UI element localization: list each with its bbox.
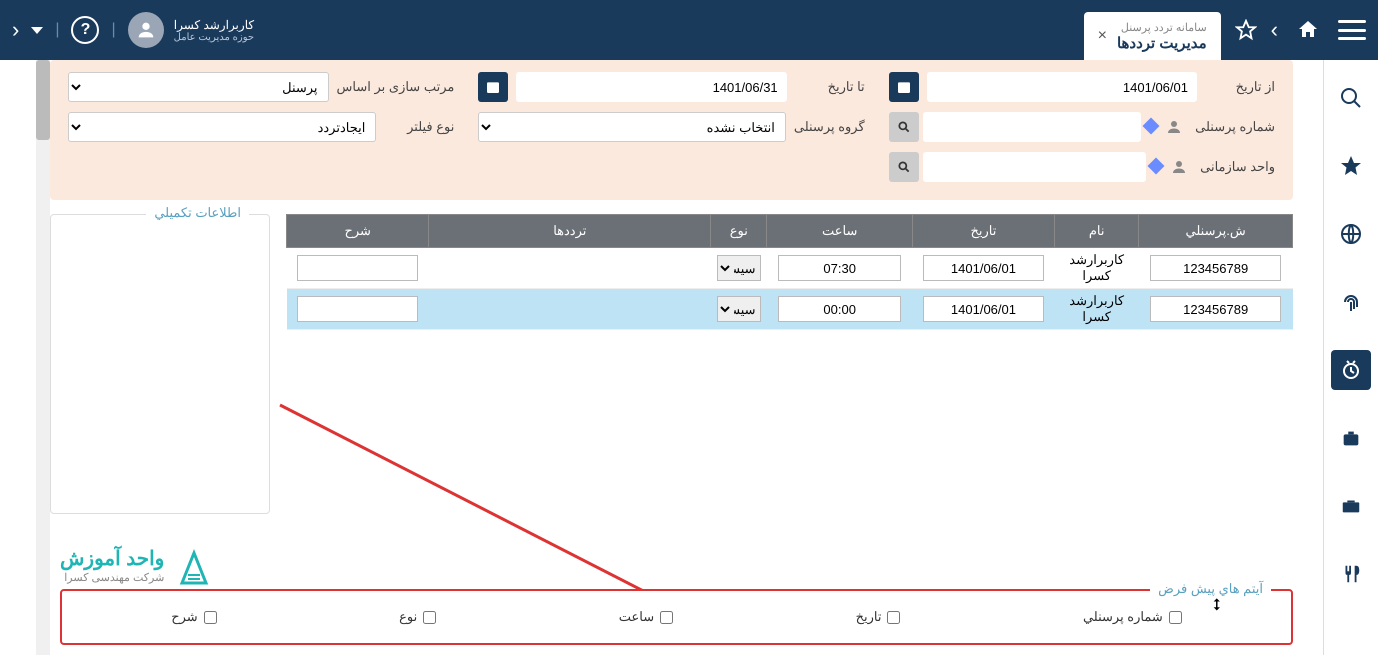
sort-select[interactable]: پرسنل — [68, 72, 329, 102]
side-rail — [1323, 60, 1378, 655]
cell-name: کاربرارشد کسرا — [1055, 248, 1139, 289]
cell-desc[interactable] — [297, 255, 418, 281]
home-icon[interactable] — [1292, 14, 1324, 46]
nav-next-icon[interactable]: › — [1271, 17, 1278, 43]
chk-desc-label: شرح — [171, 609, 197, 625]
cell-name: کاربرارشد کسرا — [1055, 289, 1139, 330]
person-icon — [1166, 152, 1192, 182]
col-time: ساعت — [767, 215, 912, 248]
to-date-input[interactable] — [516, 72, 786, 102]
cell-date[interactable] — [923, 296, 1044, 322]
chk-personnel-id-label: شماره پرسنلي — [1083, 609, 1163, 625]
cell-pid[interactable] — [1150, 255, 1281, 281]
group-select[interactable]: انتخاب نشده — [478, 112, 786, 142]
table-row[interactable]: کاربرارشد کسرا سيستم — [287, 289, 1293, 330]
attendance-table: ش.پرسنلي نام تاريخ ساعت نوع ترددها شرح ک… — [286, 214, 1293, 330]
filter-type-select[interactable]: ایجادتردد — [68, 112, 376, 142]
sort-label: مرتب سازی بر اساس — [337, 79, 455, 95]
chk-date-label: تاريخ — [856, 609, 882, 625]
cursor-icon: ⭥ — [1212, 597, 1221, 615]
filter-panel: از تاریخ تا تاریخ مرتب سازی بر اساس پرسن… — [50, 60, 1293, 200]
logo-subtitle: شرکت مهندسی کسرا — [60, 571, 164, 584]
user-menu-caret-icon[interactable] — [31, 27, 43, 34]
from-date-label: از تاریخ — [1205, 79, 1275, 95]
rail-suitcase-icon[interactable] — [1331, 418, 1371, 458]
org-unit-input[interactable] — [923, 152, 1146, 182]
diamond-icon — [1150, 160, 1162, 175]
cell-type[interactable]: سيستم — [717, 296, 761, 322]
user-block: کاربرارشد کسرا حوزه مدیریت عامل — [128, 12, 254, 48]
cell-time[interactable] — [778, 255, 902, 281]
tab-subtitle: سامانه تردد پرسنل — [1117, 21, 1207, 34]
personnel-id-label: شماره پرسنلی — [1195, 119, 1275, 135]
rail-globe-icon[interactable] — [1331, 214, 1371, 254]
cell-pid[interactable] — [1150, 296, 1281, 322]
menu-icon[interactable] — [1338, 20, 1366, 40]
main-content: از تاریخ تا تاریخ مرتب سازی بر اساس پرسن… — [0, 60, 1323, 655]
col-records: ترددها — [429, 215, 711, 248]
to-date-calendar-icon[interactable] — [478, 72, 508, 102]
from-date-input[interactable] — [927, 72, 1197, 102]
filter-type-label: نوع فیلتر — [384, 119, 454, 135]
personnel-id-search-icon[interactable] — [889, 112, 919, 142]
org-unit-label: واحد سازمانی — [1200, 159, 1275, 175]
vertical-scrollbar[interactable] — [36, 60, 50, 655]
logo-title: واحد آموزش — [60, 546, 164, 571]
to-date-label: تا تاریخ — [795, 79, 865, 95]
active-tab: سامانه تردد پرسنل مدیریت ترددها × — [1084, 12, 1221, 60]
rail-food-icon[interactable] — [1331, 554, 1371, 594]
person-icon — [1161, 112, 1187, 142]
cell-records — [429, 289, 711, 330]
help-button[interactable]: ? — [71, 16, 99, 44]
topbar: › سامانه تردد پرسنل مدیریت ترددها × کارب… — [0, 0, 1378, 60]
col-date: تاريخ — [912, 215, 1054, 248]
table-row[interactable]: کاربرارشد کسرا سيستم — [287, 248, 1293, 289]
cell-records — [429, 248, 711, 289]
rail-clock-icon[interactable] — [1331, 350, 1371, 390]
default-items-panel: آيتم هاي پيش فرض ⭥ شماره پرسنلي تاريخ سا… — [60, 589, 1293, 645]
chk-type-label: نوع — [399, 609, 417, 625]
personnel-id-input[interactable] — [923, 112, 1142, 142]
rail-favorite-icon[interactable] — [1331, 146, 1371, 186]
tab-title: مدیریت ترددها — [1117, 34, 1207, 52]
cell-type[interactable]: سيستم — [717, 255, 761, 281]
col-name: نام — [1055, 215, 1139, 248]
rail-briefcase-icon[interactable] — [1331, 486, 1371, 526]
col-type: نوع — [711, 215, 767, 248]
nav-prev-icon[interactable]: ‹ — [12, 17, 19, 43]
cell-time[interactable] — [778, 296, 902, 322]
chk-time[interactable] — [660, 611, 673, 624]
col-personnel-id: ش.پرسنلي — [1139, 215, 1293, 248]
default-items-title: آيتم هاي پيش فرض — [1150, 581, 1271, 597]
chk-desc[interactable] — [204, 611, 217, 624]
chk-type[interactable] — [423, 611, 436, 624]
pencil-logo-icon — [174, 545, 214, 585]
group-label: گروه پرسنلی — [794, 119, 865, 135]
avatar[interactable] — [128, 12, 164, 48]
favorite-icon[interactable] — [1235, 19, 1257, 41]
user-name: کاربرارشد کسرا — [174, 18, 254, 32]
diamond-icon — [1145, 120, 1157, 135]
chk-personnel-id[interactable] — [1169, 611, 1182, 624]
cell-date[interactable] — [923, 255, 1044, 281]
chk-time-label: ساعت — [619, 609, 654, 625]
details-panel-title: اطلاعات تکميلي — [146, 205, 249, 221]
brand-logo: واحد آموزش شرکت مهندسی کسرا — [60, 545, 214, 585]
close-tab-button[interactable]: × — [1098, 27, 1107, 45]
chk-date[interactable] — [887, 611, 900, 624]
rail-search-icon[interactable] — [1331, 78, 1371, 118]
details-panel: اطلاعات تکميلي — [50, 214, 270, 514]
cell-desc[interactable] — [297, 296, 418, 322]
user-role: حوزه مدیریت عامل — [174, 32, 254, 43]
col-desc: شرح — [287, 215, 429, 248]
rail-fingerprint-icon[interactable] — [1331, 282, 1371, 322]
org-unit-search-icon[interactable] — [889, 152, 919, 182]
from-date-calendar-icon[interactable] — [889, 72, 919, 102]
